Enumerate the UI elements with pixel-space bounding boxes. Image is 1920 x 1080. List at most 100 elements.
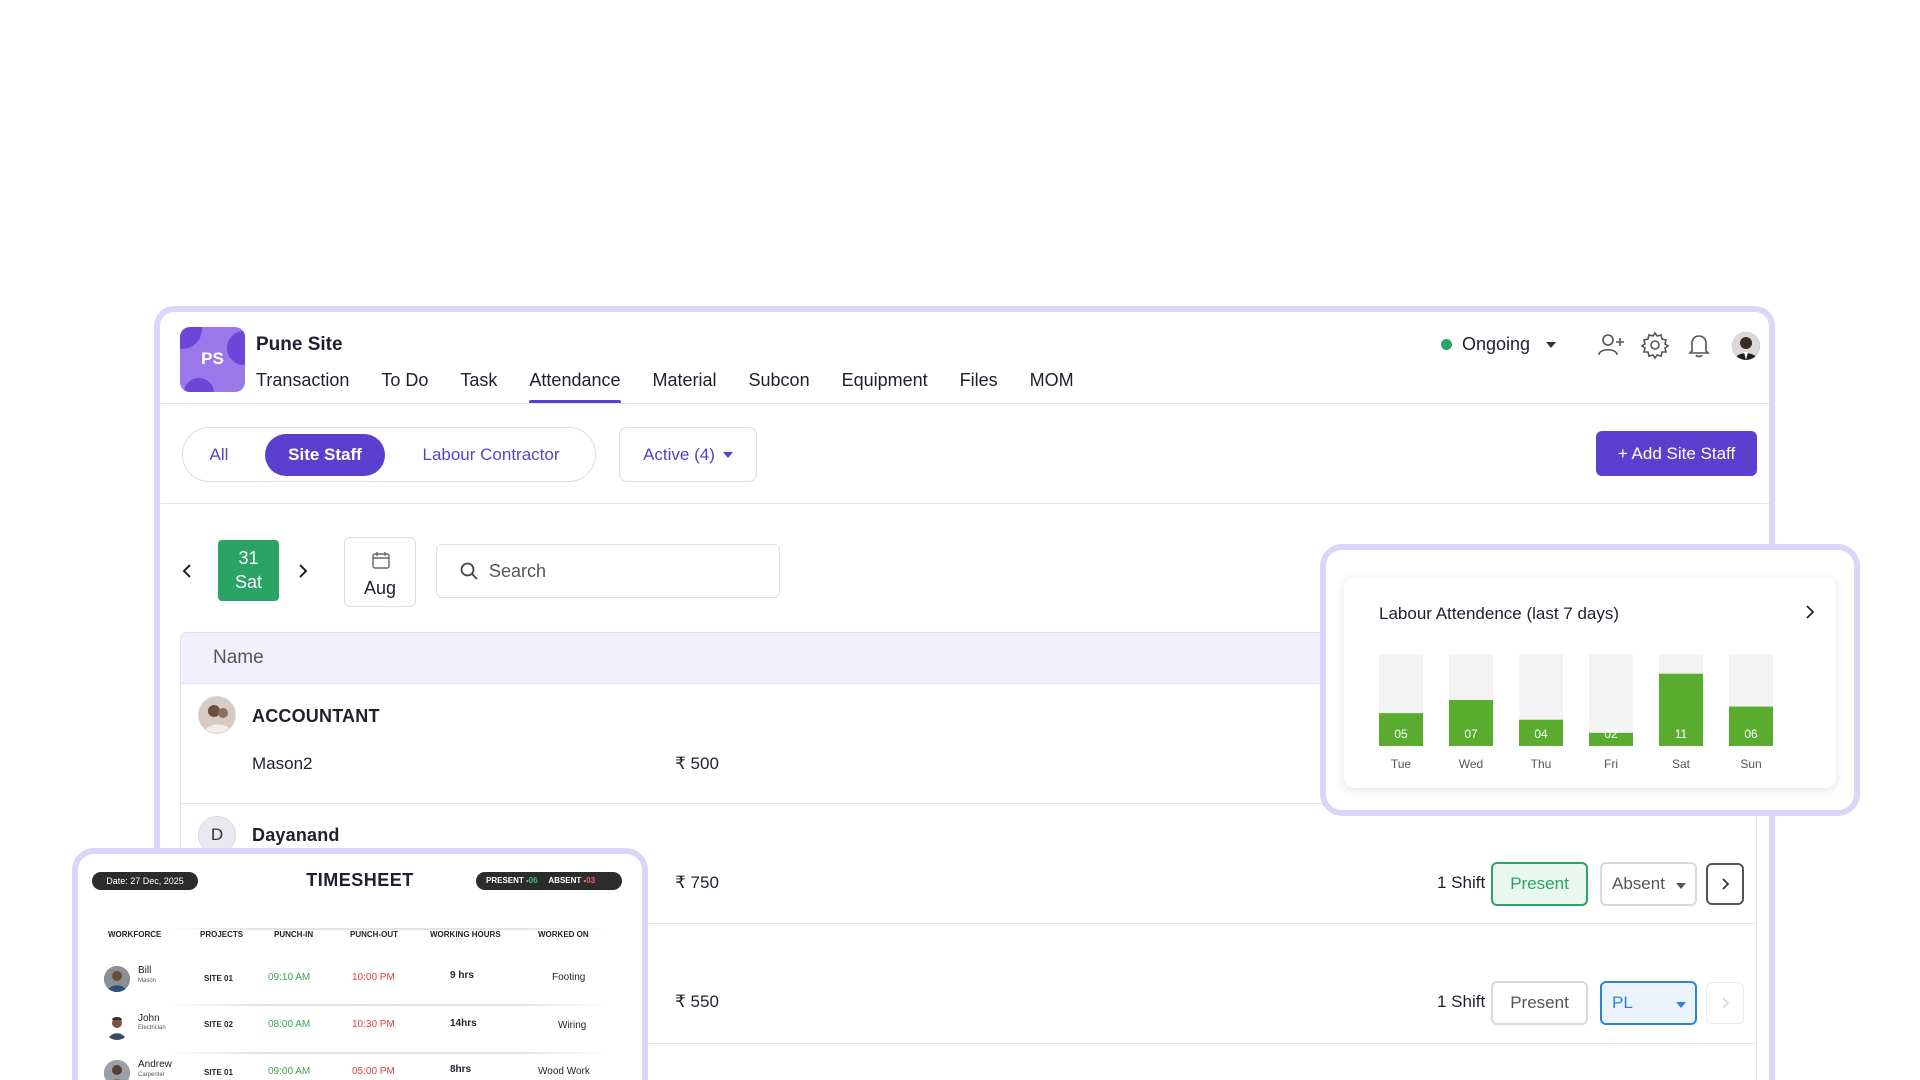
group-name-accountant: ACCOUNTANT [252,706,380,726]
search-input[interactable] [489,560,739,582]
chevron-down-icon [1546,341,1557,348]
ts-col-worked-on: WORKED ON [538,930,589,939]
worker-project: SITE 02 [204,1020,233,1029]
leave-type-select[interactable]: PL [1600,981,1697,1025]
next-day-chevron-icon[interactable] [290,559,314,583]
punch-in-time: 09:10 AM [268,972,311,983]
tab-files[interactable]: Files [960,370,998,404]
worker-role: Electrician [138,1025,166,1031]
punch-in-time: 08:00 AM [268,1019,311,1030]
bar-category-label: Fri [1604,757,1618,771]
ts-col-working-hours: WORKING HOURS [430,930,501,939]
segment-labour-contractor[interactable]: Labour Contractor [393,434,589,476]
ts-col-punch-in: PUNCH-IN [274,930,314,939]
worker-name: John [138,1013,160,1024]
bar-value-label: 06 [1744,727,1758,741]
bar-value-label: 11 [1675,727,1688,741]
bar-value-label: 07 [1464,727,1478,741]
user-avatar[interactable] [1732,332,1760,360]
bar-category-label: Wed [1459,757,1483,771]
nav-tabs: Transaction To Do Task Attendance Materi… [256,370,1106,404]
row-details-button-disabled[interactable] [1706,982,1744,1024]
month-label: Aug [363,578,397,598]
project-status-dropdown[interactable]: Ongoing [1441,334,1557,355]
timesheet-summary-badge: PRESENT -06 ABSENT -03 [476,872,622,890]
timesheet-widget: Date: 27 Dec, 2025 TIMESHEET PRESENT -06… [72,848,648,1080]
chevron-right-icon [1722,997,1730,1009]
attendance-bar-chart: 05 Tue 07 Wed 04 Thu 02 Fri 11 Sat 06 Sun [1379,654,1773,771]
ts-col-projects: PROJECTS [200,930,244,939]
worked-on: Footing [552,972,586,983]
worked-on: Wiring [558,1020,587,1031]
segment-site-staff[interactable]: Site Staff [265,434,385,476]
search-box [436,544,780,598]
site-title: Pune Site [256,334,343,355]
attendance-status-select[interactable]: Absent [1600,862,1697,906]
worker-name: Bill [138,965,152,976]
bell-icon[interactable] [1684,330,1714,360]
working-hours: 14hrs [450,1018,477,1029]
bar-value-label: 02 [1604,727,1618,741]
month-picker[interactable]: Aug [344,537,416,607]
bar-category-label: Sat [1672,757,1691,771]
group-name-dayanand: Dayanand [252,825,340,845]
tab-material[interactable]: Material [653,370,717,404]
worker-role: Carpenter [138,1072,165,1078]
selected-date-chip[interactable]: 31 Sat [218,540,279,601]
add-user-icon[interactable] [1596,330,1626,360]
labour-attendance-widget: Labour Attendence (last 7 days) 05 Tue 07 W… [1320,544,1860,816]
worker-role: Mason [138,978,157,984]
row-details-button[interactable] [1706,863,1744,905]
bar-value-label: 05 [1394,727,1408,741]
member-amount: ₹ 500 [675,754,719,773]
gear-icon[interactable] [1640,330,1670,360]
worker-avatar [104,1014,130,1040]
present-button[interactable]: Present [1491,981,1588,1025]
tab-subcon[interactable]: Subcon [749,370,810,404]
chevron-down-icon [722,451,733,458]
present-summary-label: PRESENT - [486,876,529,885]
search-icon [460,562,478,580]
bar-category-label: Thu [1531,757,1552,771]
staff-type-segmented-control: All Site Staff Labour Contractor [182,427,596,482]
chevron-right-icon [1722,878,1730,890]
leave-type-value: PL [1612,993,1633,1012]
member-amount: ₹ 550 [675,992,719,1011]
worker-avatar [104,966,130,992]
punch-out-time: 10:00 PM [352,972,395,983]
member-name: Mason2 [252,754,313,773]
shift-label: 1 Shift [1437,873,1486,892]
chevron-down-icon [1676,883,1686,889]
absent-count: 03 [586,876,596,885]
absent-summary-label: ABSENT - [548,876,587,885]
tab-attendance[interactable]: Attendance [529,370,621,404]
attendance-status-value: Absent [1612,874,1665,893]
working-hours: 9 hrs [450,970,474,981]
status-dot [1441,339,1452,350]
ts-col-punch-out: PUNCH-OUT [350,930,398,939]
chevron-down-icon [1676,1002,1686,1008]
tab-todo[interactable]: To Do [381,370,428,404]
worked-on: Wood Work [538,1066,590,1077]
site-logo: PS [180,327,245,392]
add-site-staff-button[interactable]: + Add Site Staff [1596,431,1757,476]
worker-name: Andrew [138,1059,172,1070]
ts-col-workforce: WORKFORCE [108,930,162,939]
worker-avatar [104,1060,130,1080]
tab-task[interactable]: Task [460,370,497,404]
group-avatar-accountant [198,696,236,734]
bar-category-label: Tue [1391,757,1412,771]
tab-mom[interactable]: MOM [1030,370,1074,404]
status-filter-dropdown[interactable]: Active (4) [619,427,757,482]
present-button[interactable]: Present [1491,862,1588,906]
segment-all[interactable]: All [189,434,249,476]
bar-value-label: 04 [1534,727,1548,741]
tab-equipment[interactable]: Equipment [842,370,928,404]
punch-out-time: 10:30 PM [352,1019,395,1030]
calendar-icon [372,552,390,569]
previous-day-chevron-icon[interactable] [176,559,200,583]
tab-transaction[interactable]: Transaction [256,370,349,404]
selected-day: 31 [238,548,259,568]
shift-label: 1 Shift [1437,992,1486,1011]
working-hours: 8hrs [450,1064,472,1075]
